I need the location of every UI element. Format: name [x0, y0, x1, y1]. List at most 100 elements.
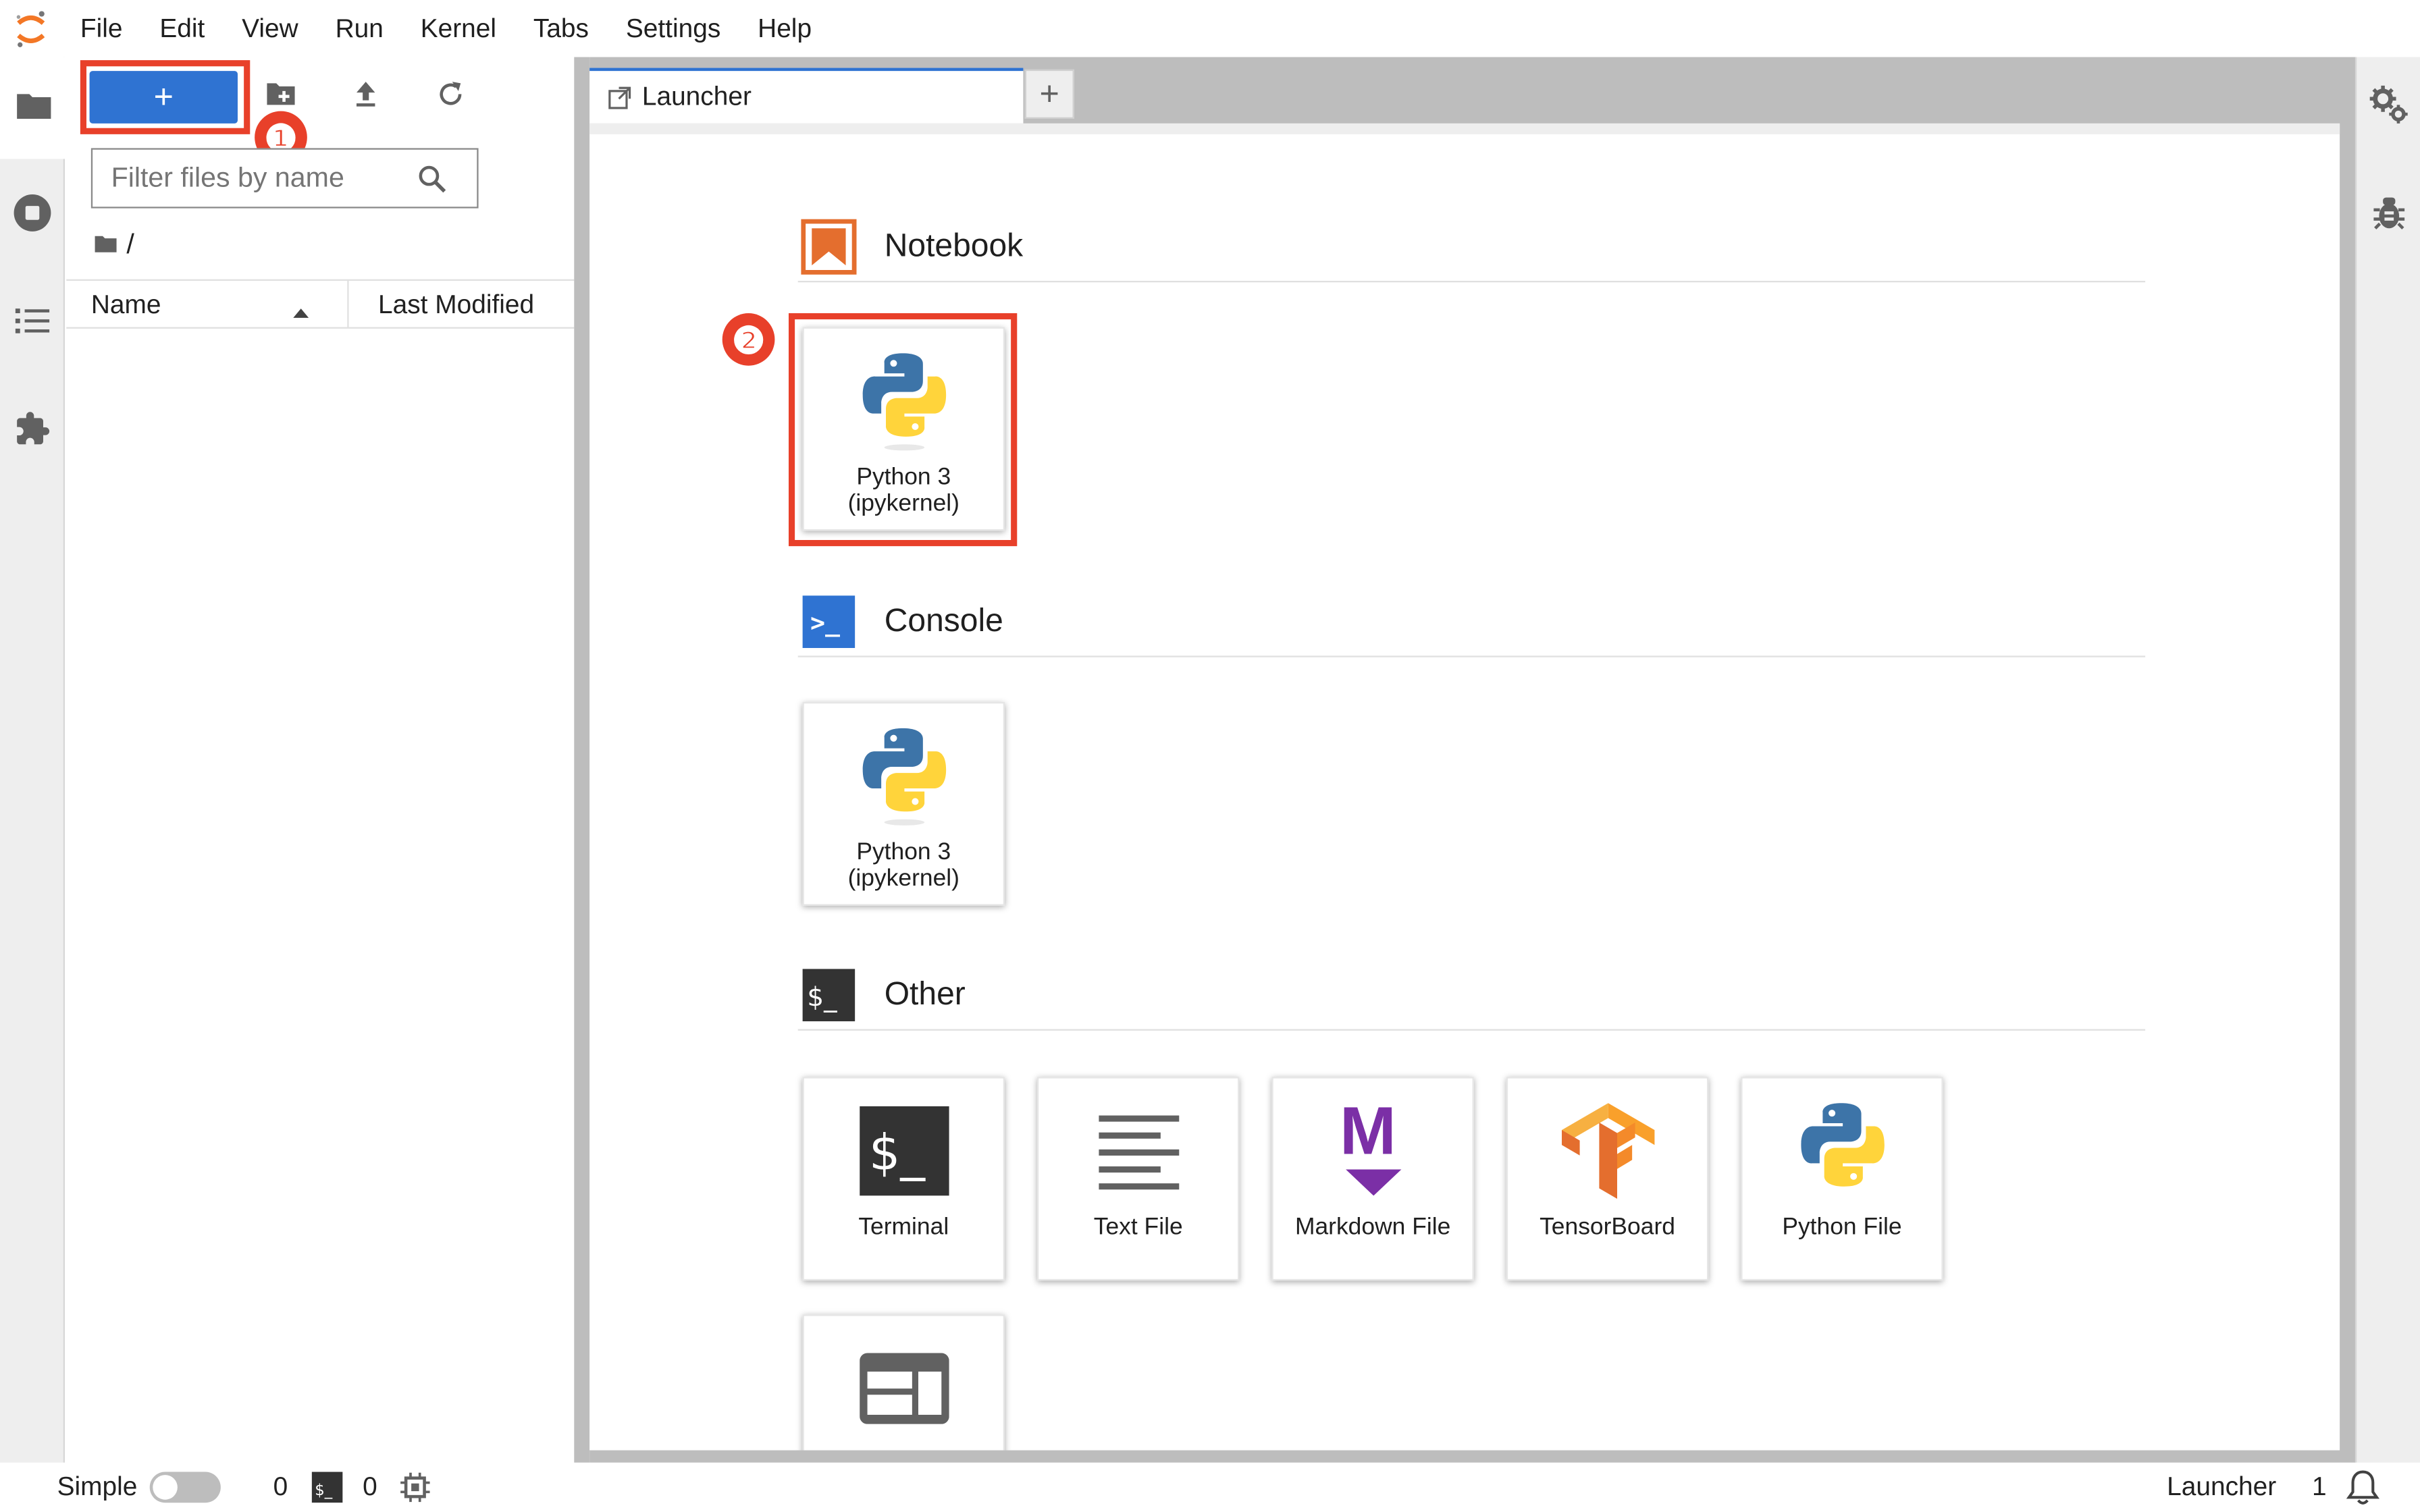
jupyter-logo-icon [0, 0, 61, 57]
breadcrumb-root[interactable]: / [126, 227, 134, 260]
status-bar: Simple 0 $_ 0 Launcher 1 [0, 1462, 2420, 1512]
column-name-header[interactable]: Name [91, 290, 161, 321]
text-file-icon [1089, 1100, 1188, 1202]
left-sidebar [0, 57, 65, 1463]
terminal-icon-text: $_ [868, 1125, 926, 1182]
right-sidebar [2355, 57, 2420, 1463]
bug-icon [2372, 194, 2406, 238]
simple-mode-label: Simple [57, 1472, 138, 1501]
markdown-icon-text: M [1339, 1102, 1396, 1169]
folder-icon [16, 88, 53, 127]
cpu-chip-icon[interactable] [400, 1463, 431, 1512]
other-icon-text: $_ [807, 981, 837, 1012]
table-of-contents-icon [14, 304, 51, 343]
text-file-card[interactable]: Text File [1036, 1077, 1240, 1281]
console-section-header: >_ Console [797, 587, 2146, 657]
add-tab-button[interactable]: + [1024, 69, 1074, 119]
console-python3-card[interactable]: Python 3 (ipykernel) [802, 701, 1005, 906]
menu-tabs[interactable]: Tabs [515, 0, 607, 57]
menu-settings[interactable]: Settings [607, 0, 739, 57]
terminal-status-icon-text: $_ [315, 1482, 333, 1499]
kernel-count[interactable]: 0 [273, 1463, 288, 1512]
toggle-switch[interactable] [149, 1472, 221, 1503]
tab-bar: Launcher + [589, 57, 2355, 124]
main-dock-area: Launcher + Notebook Python 3 (ipykernel)… [589, 57, 2355, 1463]
sidebar-item-file-browser[interactable] [0, 57, 65, 159]
sidebar-item-extensions[interactable] [0, 381, 65, 483]
notebook-section-header: Notebook [797, 211, 2146, 283]
terminal-icon: $_ [854, 1100, 953, 1202]
new-launcher-button[interactable]: + [89, 71, 238, 124]
menu-bar: File Edit View Run Kernel Tabs Settings … [0, 0, 2420, 57]
upload-icon [352, 80, 379, 115]
sidebar-item-running[interactable] [0, 165, 65, 267]
tensorflow-logo-icon [1558, 1100, 1656, 1202]
console-card-label: Python 3 (ipykernel) [847, 839, 959, 892]
property-inspector-button[interactable] [2357, 57, 2420, 159]
show-contextual-help-card[interactable] [802, 1314, 1005, 1451]
terminal-status-icon: $_ [311, 1463, 343, 1512]
menu-help[interactable]: Help [739, 0, 831, 57]
console-icon-text: >_ [810, 608, 841, 637]
file-listing-header: Name Last Modified [66, 279, 575, 329]
puzzle-piece-icon [14, 410, 51, 454]
notebook-section-title: Notebook [884, 227, 1024, 263]
python-file-card[interactable]: Python File [1741, 1077, 1943, 1281]
menu-file[interactable]: File [61, 0, 140, 57]
launcher-tab-icon [608, 86, 631, 109]
tensorboard-card-label: TensorBoard [1540, 1214, 1675, 1241]
bell-icon[interactable] [2346, 1463, 2379, 1512]
python-file-card-label: Python File [1782, 1214, 1902, 1241]
debugger-button[interactable] [2357, 165, 2420, 267]
step-badge-2: ❷ [722, 313, 775, 366]
notebook-python3-card[interactable]: Python 3 (ipykernel) [802, 327, 1005, 531]
terminal-section-icon: $_ [801, 967, 856, 1022]
notification-count[interactable]: 1 [2312, 1463, 2327, 1512]
menu-view[interactable]: View [223, 0, 317, 57]
upload-button[interactable] [347, 79, 384, 116]
running-stop-icon [12, 192, 52, 240]
menu-run[interactable]: Run [317, 0, 402, 57]
python-logo-icon [854, 725, 953, 827]
markdown-icon: M [1323, 1100, 1422, 1202]
refresh-button[interactable] [432, 79, 469, 116]
text-file-card-label: Text File [1093, 1214, 1183, 1241]
file-browser-toolbar: + ❶ [66, 57, 574, 164]
notebook-icon [801, 218, 857, 274]
notebook-card-label: Python 3 (ipykernel) [847, 464, 959, 517]
jupyterlab-window: File Edit View Run Kernel Tabs Settings … [0, 0, 2420, 1512]
status-current-activity: Launcher [2167, 1472, 2277, 1501]
file-browser-panel: + ❶ Filter files by name / Name Last Mod… [66, 57, 575, 1463]
python-logo-icon [854, 350, 953, 452]
layout-icon [854, 1338, 953, 1440]
column-divider[interactable] [347, 280, 349, 327]
panel-splitter[interactable] [574, 57, 590, 1463]
other-section-title: Other [884, 975, 966, 1012]
tab-launcher-label: Launcher [641, 82, 752, 111]
search-icon [417, 163, 448, 194]
terminal-card-label: Terminal [858, 1214, 949, 1241]
filter-files-input[interactable] [93, 161, 417, 194]
tab-launcher[interactable]: Launcher [589, 68, 1024, 124]
breadcrumb: / [94, 227, 134, 261]
terminal-card[interactable]: $_ Terminal [802, 1077, 1005, 1281]
tensorboard-card[interactable]: TensorBoard [1506, 1077, 1709, 1281]
launcher-panel: Notebook Python 3 (ipykernel) ❷ >_ Conso… [589, 123, 2340, 1451]
gears-icon [2369, 84, 2409, 132]
sidebar-item-toc[interactable] [0, 273, 65, 375]
other-section-header: $_ Other [797, 960, 2146, 1031]
console-section-title: Console [884, 602, 1003, 639]
python-logo-icon [1793, 1100, 1891, 1202]
markdown-file-card[interactable]: M Markdown File [1271, 1077, 1474, 1281]
menu-edit[interactable]: Edit [141, 0, 223, 57]
breadcrumb-folder-icon[interactable] [94, 234, 117, 252]
filter-files-box [90, 148, 479, 209]
column-last-modified-header[interactable]: Last Modified [378, 290, 534, 321]
menu-kernel[interactable]: Kernel [402, 0, 515, 57]
console-icon: >_ [801, 593, 856, 649]
terminal-count[interactable]: 0 [363, 1463, 377, 1512]
markdown-file-card-label: Markdown File [1294, 1214, 1451, 1241]
simple-mode-toggle[interactable] [149, 1463, 221, 1512]
new-launcher-label: + [153, 77, 174, 116]
new-folder-button[interactable] [263, 79, 300, 116]
